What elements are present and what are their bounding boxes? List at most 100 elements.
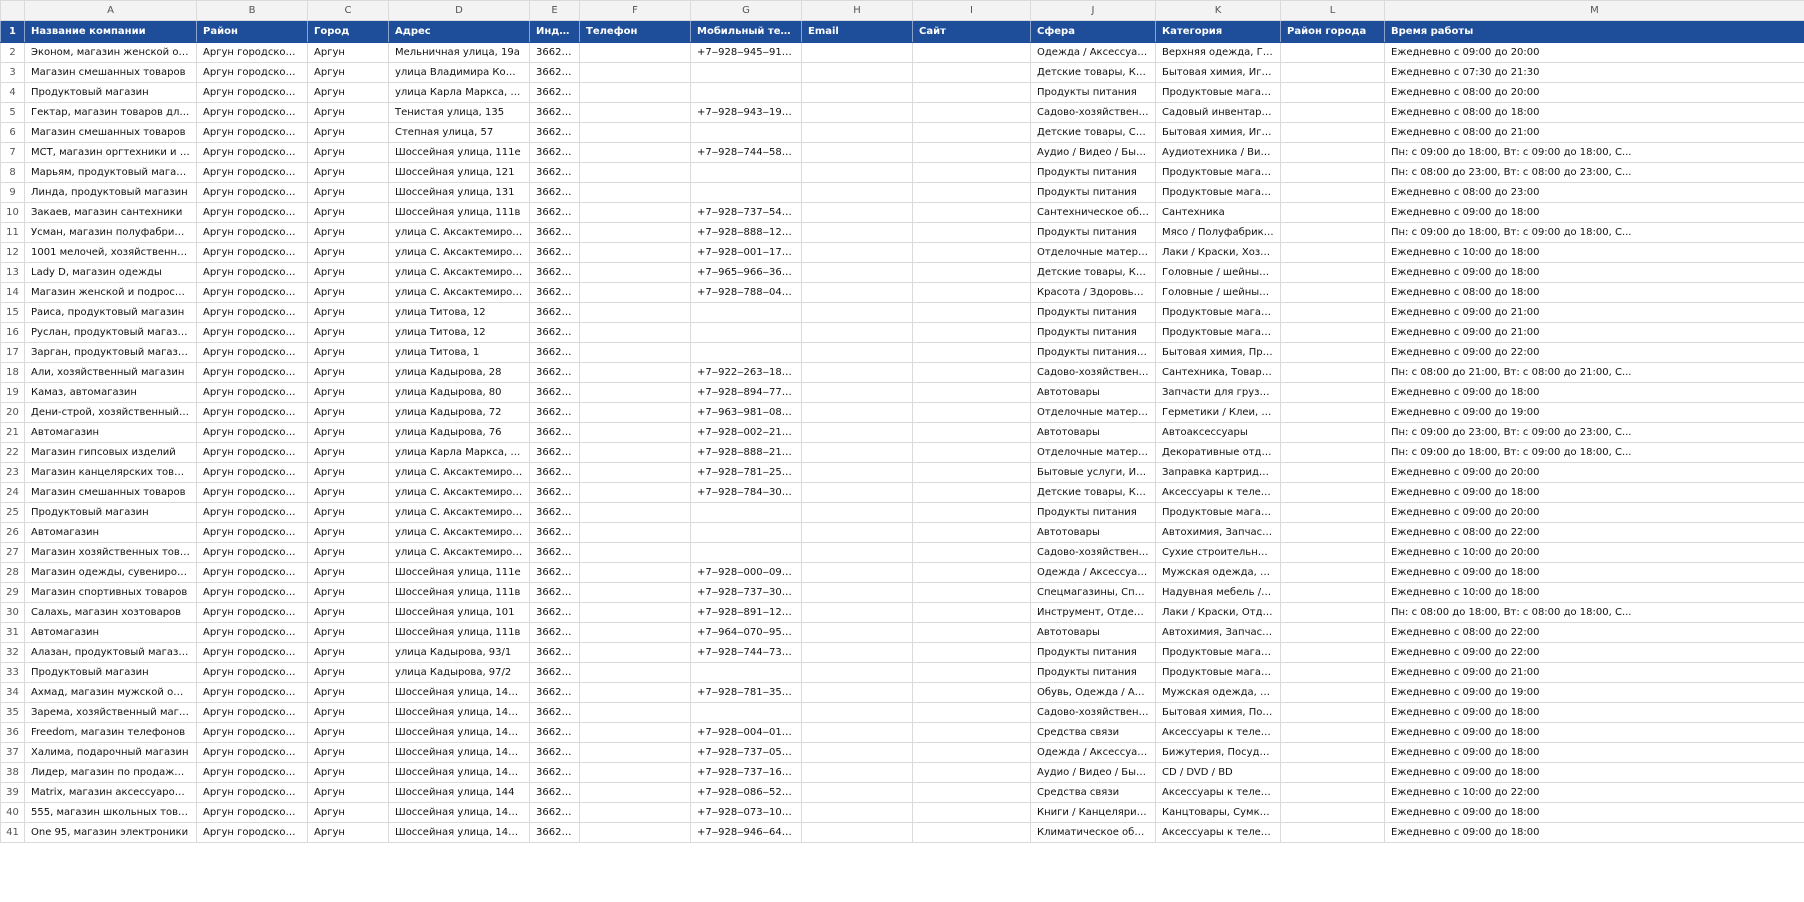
table-cell[interactable]: Аргун городской округ bbox=[196, 662, 308, 683]
table-cell[interactable] bbox=[912, 242, 1031, 263]
table-cell[interactable] bbox=[912, 582, 1031, 603]
table-cell[interactable] bbox=[912, 662, 1031, 683]
table-cell[interactable]: +7‒928‒888‒12‒10, +7... bbox=[690, 222, 802, 243]
table-cell[interactable]: Обувь, Одежда / Аксессуа... bbox=[1030, 682, 1156, 703]
table-cell[interactable]: Магазин смешанных товаров bbox=[24, 62, 197, 83]
table-cell[interactable]: 366285 bbox=[529, 802, 580, 823]
table-cell[interactable]: +7‒928‒086‒52‒22, +7... bbox=[690, 782, 802, 803]
table-cell[interactable]: Надувная мебель / бассей... bbox=[1155, 582, 1281, 603]
table-cell[interactable]: 366281 bbox=[529, 282, 580, 303]
table-cell[interactable] bbox=[801, 482, 913, 503]
table-cell[interactable] bbox=[801, 582, 913, 603]
table-cell[interactable]: Аргун bbox=[307, 622, 389, 643]
table-cell[interactable]: Пн: с 09:00 до 18:00, Вт: с 09:00 до 18:… bbox=[1384, 142, 1804, 163]
table-cell[interactable]: Отделочные материалы bbox=[1030, 442, 1156, 463]
table-cell[interactable]: Аргун городской округ bbox=[196, 342, 308, 363]
table-cell[interactable]: +7‒928‒888‒21‒11 bbox=[690, 442, 802, 463]
table-cell[interactable] bbox=[801, 722, 913, 743]
table-cell[interactable] bbox=[1280, 662, 1385, 683]
table-cell[interactable]: улица Карла Маркса, 49 bbox=[388, 442, 530, 463]
table-cell[interactable] bbox=[912, 522, 1031, 543]
table-cell[interactable] bbox=[801, 182, 913, 203]
table-cell[interactable]: Детские товары, Красота / ... bbox=[1030, 262, 1156, 283]
table-cell[interactable] bbox=[801, 662, 913, 683]
table-cell[interactable] bbox=[912, 342, 1031, 363]
table-cell[interactable]: Ежедневно с 08:00 до 18:00 bbox=[1384, 102, 1804, 123]
table-cell[interactable]: Аргун городской округ bbox=[196, 82, 308, 103]
table-cell[interactable]: Ежедневно с 08:00 до 18:00 bbox=[1384, 282, 1804, 303]
table-cell[interactable] bbox=[1280, 342, 1385, 363]
table-cell[interactable]: 366286 bbox=[529, 542, 580, 563]
table-cell[interactable]: Аргун bbox=[307, 382, 389, 403]
table-cell[interactable]: Ежедневно с 09:00 до 20:00 bbox=[1384, 502, 1804, 523]
table-cell[interactable]: Раиса, продуктовый магазин bbox=[24, 302, 197, 323]
table-cell[interactable]: Ежедневно с 09:00 до 21:00 bbox=[1384, 302, 1804, 323]
table-cell[interactable] bbox=[801, 422, 913, 443]
table-cell[interactable]: Аргун городской округ bbox=[196, 762, 308, 783]
table-cell[interactable]: улица Кадырова, 80 bbox=[388, 382, 530, 403]
table-cell[interactable] bbox=[579, 702, 691, 723]
table-cell[interactable] bbox=[912, 742, 1031, 763]
table-cell[interactable] bbox=[579, 422, 691, 443]
table-cell[interactable] bbox=[912, 82, 1031, 103]
table-cell[interactable]: Ежедневно с 09:00 до 22:00 bbox=[1384, 342, 1804, 363]
table-cell[interactable]: +7‒965‒966‒36‒20 bbox=[690, 262, 802, 283]
table-cell[interactable]: Сантехника bbox=[1155, 202, 1281, 223]
table-cell[interactable] bbox=[1280, 82, 1385, 103]
table-cell[interactable]: Магазин канцелярских товаров bbox=[24, 462, 197, 483]
table-cell[interactable]: 366281 bbox=[529, 462, 580, 483]
table-cell[interactable]: 366281 bbox=[529, 222, 580, 243]
table-cell[interactable]: Аргун городской округ bbox=[196, 602, 308, 623]
table-cell[interactable]: Аргун городской округ bbox=[196, 262, 308, 283]
table-cell[interactable]: 366281 bbox=[529, 562, 580, 583]
table-cell[interactable]: Аудио / Видео / Бытовая т... bbox=[1030, 142, 1156, 163]
table-cell[interactable]: Аргун bbox=[307, 762, 389, 783]
table-cell[interactable]: Аргун городской округ bbox=[196, 62, 308, 83]
table-cell[interactable]: улица Титова, 12 bbox=[388, 322, 530, 343]
table-cell[interactable] bbox=[801, 382, 913, 403]
table-cell[interactable]: улица С. Аксактемирова, 25в/2 bbox=[388, 502, 530, 523]
table-cell[interactable]: Детские товары, Книги / К... bbox=[1030, 482, 1156, 503]
table-cell[interactable] bbox=[801, 702, 913, 723]
table-cell[interactable]: Аргун bbox=[307, 562, 389, 583]
table-cell[interactable] bbox=[912, 262, 1031, 283]
table-cell[interactable]: Средства связи bbox=[1030, 782, 1156, 803]
table-cell[interactable] bbox=[1280, 142, 1385, 163]
table-cell[interactable]: Аргун bbox=[307, 422, 389, 443]
table-cell[interactable]: Аргун городской округ bbox=[196, 622, 308, 643]
table-cell[interactable] bbox=[801, 502, 913, 523]
table-cell[interactable]: Продукты питания bbox=[1030, 662, 1156, 683]
table-cell[interactable]: Аргун bbox=[307, 522, 389, 543]
table-cell[interactable]: улица С. Аксактемирова, 31 bbox=[388, 542, 530, 563]
column-letter-e[interactable]: E bbox=[529, 0, 580, 21]
table-cell[interactable]: Аргун городской округ bbox=[196, 282, 308, 303]
table-cell[interactable] bbox=[801, 642, 913, 663]
table-cell[interactable]: Аргун городской округ bbox=[196, 682, 308, 703]
table-cell[interactable]: Магазин смешанных товаров bbox=[24, 122, 197, 143]
table-cell[interactable] bbox=[912, 382, 1031, 403]
table-cell[interactable] bbox=[1280, 422, 1385, 443]
table-cell[interactable] bbox=[690, 162, 802, 183]
table-cell[interactable]: Ежедневно с 09:00 до 18:00 bbox=[1384, 722, 1804, 743]
table-cell[interactable]: Автомагазин bbox=[24, 622, 197, 643]
table-cell[interactable]: улица Кадырова, 72 bbox=[388, 402, 530, 423]
row-number[interactable]: 28 bbox=[0, 562, 25, 583]
table-cell[interactable]: Аргун bbox=[307, 442, 389, 463]
table-cell[interactable] bbox=[912, 682, 1031, 703]
table-cell[interactable]: Аргун городской округ bbox=[196, 222, 308, 243]
table-cell[interactable]: Ежедневно с 10:00 до 22:00 bbox=[1384, 782, 1804, 803]
table-cell[interactable]: Лаки / Краски, Отделочны... bbox=[1155, 602, 1281, 623]
row-number[interactable]: 20 bbox=[0, 402, 25, 423]
table-cell[interactable]: Аудиотехника / Видеотехн... bbox=[1155, 142, 1281, 163]
table-cell[interactable]: Пн: с 09:00 до 18:00, Вт: с 09:00 до 18:… bbox=[1384, 442, 1804, 463]
table-cell[interactable]: +7‒928‒737‒30‒42 bbox=[690, 582, 802, 603]
table-cell[interactable] bbox=[801, 82, 913, 103]
table-cell[interactable] bbox=[912, 202, 1031, 223]
table-cell[interactable]: Красота / Здоровье, Обувь... bbox=[1030, 282, 1156, 303]
table-cell[interactable]: Продуктовые магазины bbox=[1155, 502, 1281, 523]
table-cell[interactable] bbox=[801, 302, 913, 323]
table-cell[interactable] bbox=[579, 262, 691, 283]
table-cell[interactable]: +7‒922‒263‒18‒82, +7... bbox=[690, 362, 802, 383]
table-cell[interactable]: 366281 bbox=[529, 342, 580, 363]
table-cell[interactable]: Аргун городской округ bbox=[196, 582, 308, 603]
